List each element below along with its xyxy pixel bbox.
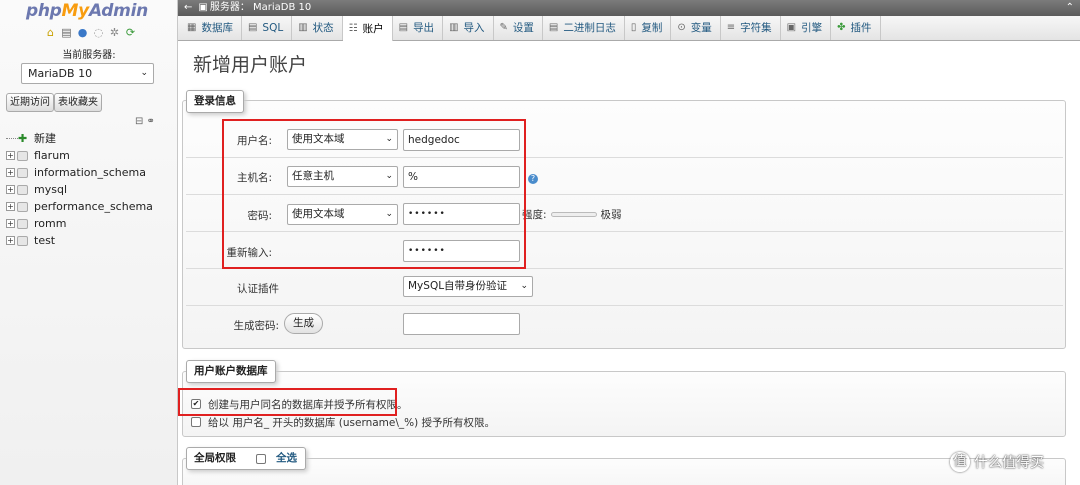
- collapse-all-icon[interactable]: ⊟ ⚭: [135, 116, 155, 127]
- tree-item-db[interactable]: + mysql: [6, 181, 153, 198]
- tree-item-db[interactable]: + test: [6, 232, 153, 249]
- tab-variables[interactable]: ⊙ 变量: [671, 16, 721, 40]
- tab-sql[interactable]: ▤ SQL: [242, 16, 293, 40]
- grant-wildcard-checkbox[interactable]: [191, 417, 201, 427]
- binlog-icon: ▤: [548, 22, 559, 33]
- expand-icon[interactable]: +: [6, 202, 15, 211]
- help-icon[interactable]: ?: [528, 174, 538, 184]
- phpmyadmin-logo[interactable]: phpMyAdmin: [26, 1, 148, 21]
- tab-charsets[interactable]: ≡ 字符集: [721, 16, 781, 40]
- sql-icon: ▤: [247, 22, 258, 33]
- database-icon: [17, 201, 28, 212]
- new-database-icon: ✚: [18, 131, 28, 145]
- server-icon: ▣: [198, 2, 208, 13]
- database-tree: ✚ 新建 + flarum + information_schema + mysql +…: [6, 130, 153, 249]
- tab-replication[interactable]: ▯ 复制: [625, 16, 672, 40]
- watermark: 值什么值得买: [950, 452, 1044, 472]
- current-server-label: 当前服务器:: [62, 50, 116, 61]
- generate-password-label: 生成密码:: [233, 320, 279, 332]
- page-title: 新增用户账户: [193, 54, 308, 76]
- info-icon[interactable]: ●: [76, 27, 89, 39]
- auth-plugin-label: 认证插件: [237, 283, 279, 295]
- server-breadcrumb: ← ▣ 服务器： MariaDB 10 ⌃: [178, 0, 1080, 16]
- chevron-down-icon: ⌄: [140, 68, 148, 78]
- wrench-icon: ✎: [499, 22, 508, 33]
- plugin-icon: ✤: [837, 22, 846, 33]
- server-select[interactable]: MariaDB 10 ⌄: [21, 63, 154, 84]
- database-icon: [17, 184, 28, 195]
- tab-accounts[interactable]: ☷ 账户: [342, 16, 393, 41]
- login-info-legend: 登录信息: [186, 90, 244, 113]
- generate-button[interactable]: 生成: [284, 313, 323, 334]
- recent-tab[interactable]: 近期访问: [6, 93, 54, 112]
- engine-icon: ▣: [786, 22, 797, 33]
- generated-password-input[interactable]: [403, 313, 520, 335]
- user-db-legend: 用户账户数据库: [186, 360, 276, 383]
- tab-status[interactable]: ▥ 状态: [292, 16, 343, 40]
- expand-icon[interactable]: +: [6, 168, 15, 177]
- strength-meter: [550, 212, 597, 217]
- tree-item-db[interactable]: + information_schema: [6, 164, 153, 181]
- global-privileges-fieldset: [182, 458, 1066, 485]
- database-icon: [17, 218, 28, 229]
- expand-icon[interactable]: +: [6, 219, 15, 228]
- charset-icon: ≡: [726, 22, 736, 33]
- tab-import[interactable]: ▥ 导入: [443, 16, 494, 40]
- select-all-label[interactable]: 全选: [276, 448, 297, 469]
- global-privileges-legend: 全局权限 全选: [186, 447, 306, 470]
- navigation-panel: phpMyAdmin ⌂ ▤ ● ◌ ✲ ⟳ 当前服务器: MariaDB 10…: [0, 0, 178, 485]
- expand-icon[interactable]: +: [6, 151, 15, 160]
- tree-item-db[interactable]: + flarum: [6, 147, 153, 164]
- restore-icon[interactable]: ⌃: [1066, 0, 1074, 16]
- home-icon[interactable]: ⌂: [44, 27, 57, 39]
- tab-export[interactable]: ▤ 导出: [393, 16, 444, 40]
- import-icon: ▥: [449, 22, 459, 33]
- database-icon: [17, 167, 28, 178]
- database-icon: [17, 150, 28, 161]
- tab-settings[interactable]: ✎ 设置: [494, 16, 543, 40]
- tab-databases[interactable]: ▦ 数据库: [181, 16, 242, 40]
- highlight-box: [178, 388, 397, 416]
- tab-plugins[interactable]: ✤ 插件: [831, 16, 881, 40]
- expand-icon[interactable]: +: [6, 236, 15, 245]
- grant-wildcard-label[interactable]: 给以 用户名_ 开头的数据库 (username\_%) 授予所有权限。: [208, 415, 495, 430]
- tree-item-db[interactable]: + romm: [6, 215, 153, 232]
- select-all-checkbox[interactable]: [256, 453, 266, 464]
- tree-item-new[interactable]: ✚ 新建: [6, 130, 153, 147]
- database-icon: [17, 235, 28, 246]
- expand-icon[interactable]: +: [6, 185, 15, 194]
- tree-item-db[interactable]: + performance_schema: [6, 198, 153, 215]
- chevron-down-icon: ⌄: [520, 281, 528, 291]
- watermark-icon: 值: [950, 452, 970, 472]
- variables-icon: ⊙: [677, 22, 686, 33]
- docs-icon[interactable]: ◌: [92, 27, 105, 39]
- top-tabs: ▦ 数据库 ▤ SQL ▥ 状态 ☷ 账户 ▤ 导出 ▥ 导入 ✎ 设置 ▤ 二进制日志 ▯ 复制…: [178, 16, 1080, 41]
- tab-binlog[interactable]: ▤ 二进制日志: [543, 16, 625, 40]
- highlight-box: [222, 119, 526, 269]
- database-icon: ▦: [187, 22, 197, 33]
- favorites-tab[interactable]: 表收藏夹: [54, 93, 102, 112]
- users-icon: ☷: [348, 22, 358, 34]
- auth-plugin-select[interactable]: MySQL自带身份验证 ⌄: [403, 276, 533, 297]
- replication-icon: ▯: [630, 22, 637, 33]
- export-icon: ▤: [398, 22, 409, 33]
- tab-engines[interactable]: ▣ 引擎: [781, 16, 832, 40]
- sql-window-icon[interactable]: ▤: [60, 27, 73, 39]
- status-icon: ▥: [298, 22, 308, 33]
- nav-icon-bar: ⌂ ▤ ● ◌ ✲ ⟳: [44, 27, 137, 39]
- settings-icon[interactable]: ✲: [108, 27, 121, 39]
- back-arrow-icon[interactable]: ←: [184, 2, 192, 13]
- password-strength: 强度: 极弱: [522, 209, 622, 221]
- reload-icon[interactable]: ⟳: [124, 27, 137, 39]
